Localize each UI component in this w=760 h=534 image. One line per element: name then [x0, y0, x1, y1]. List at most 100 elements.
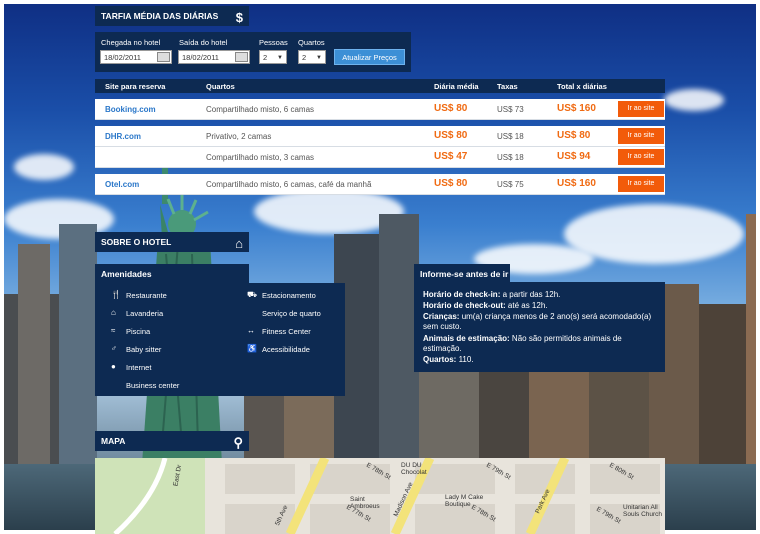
home-icon: ⌂	[235, 236, 243, 251]
total-price: US$ 160	[557, 178, 596, 189]
dollar-icon: $	[235, 10, 243, 25]
car-icon: ⛟	[247, 290, 258, 299]
amenity-label: Lavanderia	[126, 309, 164, 318]
utensils-icon: 🍴	[111, 290, 121, 299]
total-price: US$ 80	[557, 130, 591, 141]
checkin-date-field[interactable]: 18/02/2011	[100, 50, 172, 64]
building	[379, 214, 419, 464]
amenity-internet: ● Internet	[111, 362, 152, 372]
amenity-label: Fitness Center	[262, 327, 311, 336]
pool-icon: ≈	[111, 326, 116, 335]
room-type: Compartilhado misto, 3 camas	[206, 153, 315, 162]
header-avg: Diária média	[434, 82, 479, 91]
avg-price: US$ 47	[434, 151, 468, 162]
header-rooms: Quartos	[206, 82, 235, 91]
wheelchair-icon: ♿	[247, 344, 257, 353]
poi-label: DU DU Chocolat	[401, 462, 427, 476]
checkin-info-label: Horário de check-in:	[423, 290, 501, 299]
taxes: US$ 73	[497, 105, 524, 114]
amenity-pool: ≈ Piscina	[111, 326, 150, 336]
amenity-restaurant: 🍴 Restaurante	[111, 290, 167, 300]
checkout-info-label: Horário de check-out:	[423, 301, 506, 310]
go-to-site-button[interactable]: Ir ao site	[618, 149, 664, 165]
room-type: Compartilhado misto, 6 camas	[206, 105, 315, 114]
amenity-parking: ⛟ Estacionamento	[247, 290, 316, 300]
avg-price: US$ 80	[434, 178, 468, 189]
about-hotel-title: SOBRE O HOTEL ⌂	[95, 232, 249, 252]
building	[746, 214, 756, 464]
header-taxes: Taxas	[497, 82, 518, 91]
table-row: Otel.com Compartilhado misto, 6 camas, c…	[95, 174, 665, 195]
amenity-accessibility: ♿ Acessibilidade	[247, 344, 310, 354]
amenity-business-center: Business center	[126, 381, 179, 390]
header-total: Total x diárias	[557, 82, 607, 91]
amenities-panel: 🍴 Restaurante ⌂ Lavanderia ≈ Piscina ♂ Baby …	[95, 283, 345, 396]
info-title: Informe-se antes de ir	[414, 264, 510, 284]
people-value: 2	[263, 53, 268, 62]
people-select[interactable]: 2 ▼	[259, 50, 287, 64]
wifi-icon: ●	[111, 362, 116, 371]
rooms-info: Quartos: 110.	[423, 355, 659, 365]
total-price: US$ 160	[557, 103, 596, 114]
site-link[interactable]: Booking.com	[105, 105, 156, 114]
avg-price: US$ 80	[434, 103, 468, 114]
checkin-date-value: 18/02/2011	[104, 53, 141, 62]
rooms-value: 2	[302, 53, 307, 62]
table-row: DHR.com Privativo, 2 camas US$ 80 US$ 18…	[95, 126, 665, 147]
building	[59, 224, 97, 464]
site-link[interactable]: DHR.com	[105, 132, 141, 141]
total-price: US$ 94	[557, 151, 591, 162]
calendar-icon[interactable]	[235, 52, 248, 62]
amenity-label: Internet	[126, 363, 152, 372]
chevron-down-icon: ▼	[277, 55, 283, 61]
taxes: US$ 75	[497, 180, 524, 189]
go-to-site-button[interactable]: Ir ao site	[618, 128, 664, 144]
rooms-info-text: 110.	[456, 355, 474, 364]
checkout-label: Saída do hotel	[179, 38, 228, 47]
rates-panel-title: TARFIA MÉDIA DAS DIÁRIAS $	[95, 6, 249, 26]
rates-title-text: TARFIA MÉDIA DAS DIÁRIAS	[101, 11, 219, 21]
amenities-title-text: Amenidades	[101, 269, 152, 279]
table-row: Booking.com Compartilhado misto, 6 camas…	[95, 99, 665, 120]
baby-icon: ♂	[111, 344, 117, 353]
go-to-site-button[interactable]: Ir ao site	[618, 101, 664, 117]
children-info-label: Crianças:	[423, 312, 460, 321]
map-view[interactable]: East Dr 5th Ave Madison Ave Park Ave E 7…	[95, 458, 665, 534]
checkin-label: Chegada no hotel	[101, 38, 161, 47]
poi-label: Unitarian All Souls Church	[623, 504, 663, 518]
taxes: US$ 18	[497, 153, 524, 162]
dumbbell-icon: ↔	[247, 326, 255, 335]
room-type: Privativo, 2 camas	[206, 132, 272, 141]
checkin-info: Horário de check-in: a partir das 12h.	[423, 290, 659, 300]
map-pin-icon: ⚲	[233, 435, 243, 450]
page-frame: TARFIA MÉDIA DAS DIÁRIAS $ Chegada no ho…	[0, 0, 760, 534]
table-header: Site para reserva Quartos Diária média T…	[95, 79, 665, 93]
info-panel: Horário de check-in: a partir das 12h. H…	[414, 282, 665, 372]
cloud	[14, 154, 74, 180]
rooms-label: Quartos	[298, 38, 325, 47]
amenity-fitness: ↔ Fitness Center	[247, 326, 311, 336]
table-row: Compartilhado misto, 3 camas US$ 47 US$ …	[95, 147, 665, 168]
poi-label: Lady M Cake Boutique	[445, 494, 484, 508]
checkout-info: Horário de check-out: até as 12h.	[423, 301, 659, 311]
building	[18, 244, 50, 464]
poi-label: Saint Ambroeus	[350, 496, 380, 510]
site-link[interactable]: Otel.com	[105, 180, 139, 189]
amenity-room-service: Serviço de quarto	[262, 309, 321, 318]
amenity-label: Estacionamento	[262, 291, 316, 300]
checkout-date-value: 18/02/2011	[182, 53, 219, 62]
go-to-site-button[interactable]: Ir ao site	[618, 176, 664, 192]
amenity-label: Business center	[126, 381, 180, 390]
search-form: Chegada no hotel 18/02/2011 Saída do hot…	[95, 32, 411, 72]
cloud	[664, 89, 724, 111]
pets-info: Animais de estimação: Não são permitidos…	[423, 334, 659, 354]
update-prices-button[interactable]: Atualizar Preços	[334, 49, 405, 65]
amenity-laundry: ⌂ Lavanderia	[111, 308, 164, 318]
checkout-date-field[interactable]: 18/02/2011	[178, 50, 250, 64]
calendar-icon[interactable]	[157, 52, 170, 62]
room-type: Compartilhado misto, 6 camas, café da ma…	[206, 180, 372, 189]
map-title-text: MAPA	[101, 436, 126, 446]
rooms-select[interactable]: 2 ▼	[298, 50, 326, 64]
children-info: Crianças: um(a) criança menos de 2 ano(s…	[423, 312, 659, 332]
amenities-title: Amenidades	[95, 264, 249, 284]
